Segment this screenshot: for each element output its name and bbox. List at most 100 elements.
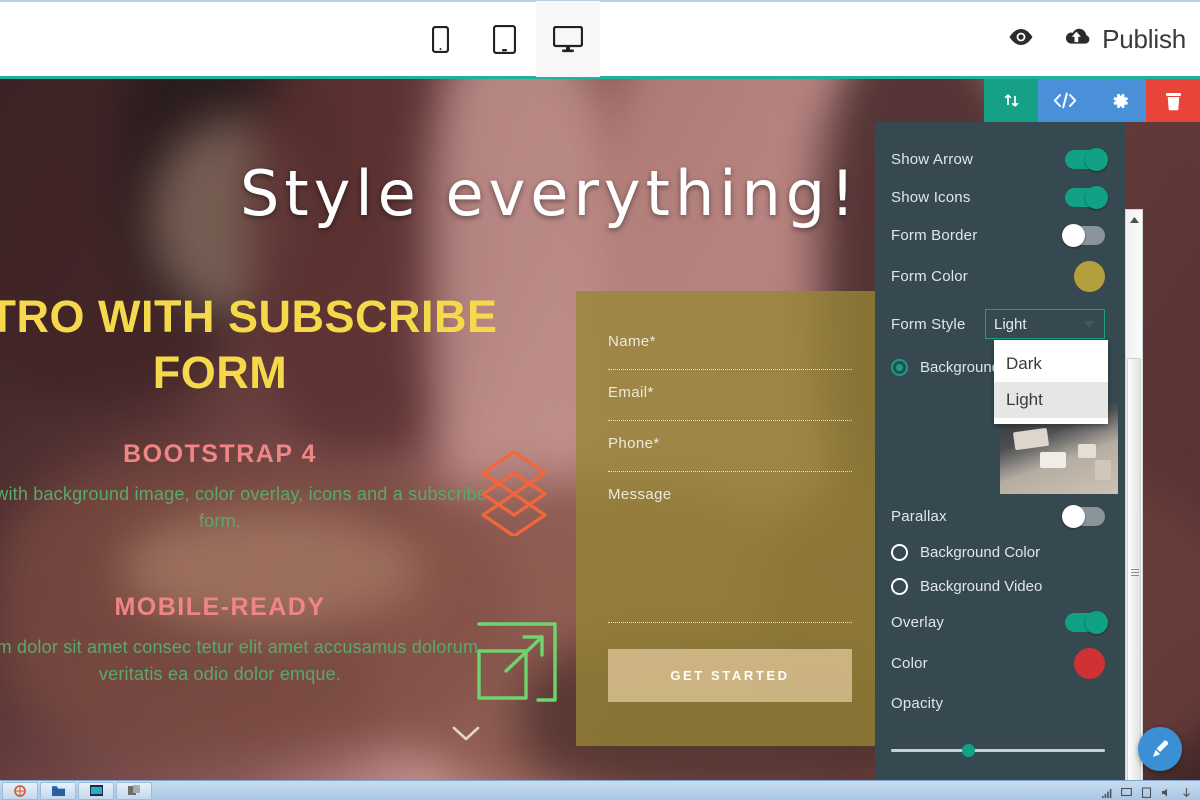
radio-background[interactable] (891, 359, 908, 376)
opacity-slider-thumb[interactable] (962, 744, 975, 757)
section-toolbar (984, 79, 1200, 122)
taskbar-item-files[interactable] (116, 782, 152, 800)
feature-text-1[interactable]: Intro with background image, color overl… (0, 481, 500, 535)
radio-label-background-video: Background Video (920, 578, 1042, 595)
radio-label-background-color: Background Color (920, 544, 1040, 561)
device-preview-switcher (408, 1, 600, 77)
preview-button[interactable] (1008, 28, 1034, 51)
hero-left-column: INTRO WITH SUBSCRIBE FORM BOOTSTRAP 4 In… (0, 289, 500, 688)
edit-styles-fab[interactable] (1138, 727, 1182, 771)
tray-show-desktop-icon[interactable] (1181, 785, 1192, 796)
tray-display-icon[interactable] (1121, 785, 1132, 796)
form-field-message[interactable]: Message (608, 472, 852, 623)
tablet-icon (493, 25, 516, 54)
scroll-up-arrow-icon[interactable] (1126, 212, 1142, 228)
setting-background-color-radio: Background Color (875, 535, 1125, 569)
feature-block-1: BOOTSTRAP 4 Intro with background image,… (0, 440, 500, 535)
layers-icon (473, 446, 555, 541)
setting-overlay-color: Color (875, 641, 1125, 685)
feature-title-2[interactable]: MOBILE-READY (0, 593, 500, 622)
device-btn-mobile[interactable] (408, 1, 472, 77)
setting-label-overlay: Overlay (891, 614, 944, 631)
form-field-phone[interactable]: Phone* (608, 421, 852, 472)
publish-button[interactable]: Publish (1060, 24, 1186, 55)
setting-label-show-icons: Show Icons (891, 189, 971, 206)
form-label-message: Message (608, 486, 672, 503)
setting-label-parallax: Parallax (891, 508, 947, 525)
panel-scrollbar[interactable] (1125, 209, 1143, 780)
scroll-down-chevron-icon[interactable] (446, 719, 486, 747)
form-style-selected-value: Light (994, 316, 1027, 333)
expand-arrow-icon (476, 621, 558, 708)
form-label-email: Email* (608, 384, 654, 401)
setting-show-icons: Show Icons (875, 178, 1125, 216)
toggle-show-arrow[interactable] (1065, 150, 1105, 169)
form-field-email[interactable]: Email* (608, 370, 852, 421)
tray-network-icon[interactable] (1101, 785, 1112, 796)
form-field-name[interactable]: Name* (608, 319, 852, 370)
setting-parallax: Parallax (875, 497, 1125, 535)
hero-heading[interactable]: INTRO WITH SUBSCRIBE FORM (0, 289, 500, 402)
toggle-show-icons[interactable] (1065, 188, 1105, 207)
top-toolbar: Publish (0, 0, 1200, 76)
taskbar-item-browser[interactable] (2, 782, 38, 800)
cloud-upload-icon (1060, 25, 1093, 53)
app-root: Publish (0, 0, 1200, 800)
setting-opacity: Opacity (875, 685, 1125, 721)
form-label-phone: Phone* (608, 435, 660, 452)
setting-label-opacity: Opacity (891, 695, 943, 712)
opacity-slider-wrap (875, 721, 1125, 752)
toggle-overlay[interactable] (1065, 613, 1105, 632)
toolbar-actions: Publish (1008, 24, 1186, 55)
chevron-down-icon (1083, 321, 1095, 328)
radio-label-background: Background (920, 359, 1000, 376)
setting-form-color: Form Color (875, 254, 1125, 298)
feature-block-2: MOBILE-READY Ipsum dolor sit amet consec… (0, 593, 500, 688)
get-started-button[interactable]: GET STARTED (608, 649, 852, 702)
setting-label-overlay-color: Color (891, 655, 928, 672)
feature-text-2[interactable]: Ipsum dolor sit amet consec tetur elit a… (0, 634, 500, 688)
device-btn-tablet[interactable] (472, 1, 536, 77)
setting-form-style: Form Style Light Dark Light (875, 298, 1125, 350)
form-style-option-light[interactable]: Light (994, 382, 1108, 418)
block-parameters-panel: Show Arrow Show Icons Form Border Form C… (875, 122, 1125, 780)
eye-icon (1008, 28, 1034, 51)
form-style-dropdown: Dark Light (994, 340, 1108, 424)
scrollbar-thumb[interactable] (1127, 358, 1141, 780)
move-section-button[interactable] (984, 79, 1038, 122)
toggle-form-border[interactable] (1065, 226, 1105, 245)
radio-background-video[interactable] (891, 578, 908, 595)
delete-block-button[interactable] (1146, 79, 1200, 122)
feature-title-1[interactable]: BOOTSTRAP 4 (0, 440, 500, 469)
edit-code-button[interactable] (1038, 79, 1092, 122)
block-settings-button[interactable] (1092, 79, 1146, 122)
subscribe-form: Name* Email* Phone* Message GET STARTED (576, 291, 884, 746)
scrollbar-grip-icon (1131, 569, 1139, 577)
tray-clipboard-icon[interactable] (1141, 785, 1152, 796)
setting-label-show-arrow: Show Arrow (891, 151, 973, 168)
system-tray (1101, 785, 1192, 796)
editor-canvas: Style everything! INTRO WITH SUBSCRIBE F… (0, 76, 1200, 780)
setting-overlay: Overlay (875, 603, 1125, 641)
desktop-icon (553, 26, 583, 53)
form-color-swatch[interactable] (1074, 261, 1105, 292)
toggle-parallax[interactable] (1065, 507, 1105, 526)
form-label-name: Name* (608, 333, 656, 350)
radio-background-color[interactable] (891, 544, 908, 561)
windows-taskbar (0, 780, 1200, 800)
form-style-select[interactable]: Light Dark Light (985, 309, 1105, 339)
setting-label-form-style: Form Style (891, 316, 966, 333)
opacity-slider-track[interactable] (891, 749, 1105, 752)
device-btn-desktop[interactable] (536, 1, 600, 77)
tray-volume-icon[interactable] (1161, 785, 1172, 796)
taskbar-item-terminal[interactable] (78, 782, 114, 800)
setting-form-border: Form Border (875, 216, 1125, 254)
overlay-color-swatch[interactable] (1074, 648, 1105, 679)
setting-background-video-radio: Background Video (875, 569, 1125, 603)
mobile-icon (432, 26, 449, 53)
form-style-option-dark[interactable]: Dark (994, 346, 1108, 382)
taskbar-item-folder[interactable] (40, 782, 76, 800)
setting-label-form-color: Form Color (891, 268, 968, 285)
publish-label: Publish (1102, 24, 1186, 55)
setting-show-arrow: Show Arrow (875, 140, 1125, 178)
